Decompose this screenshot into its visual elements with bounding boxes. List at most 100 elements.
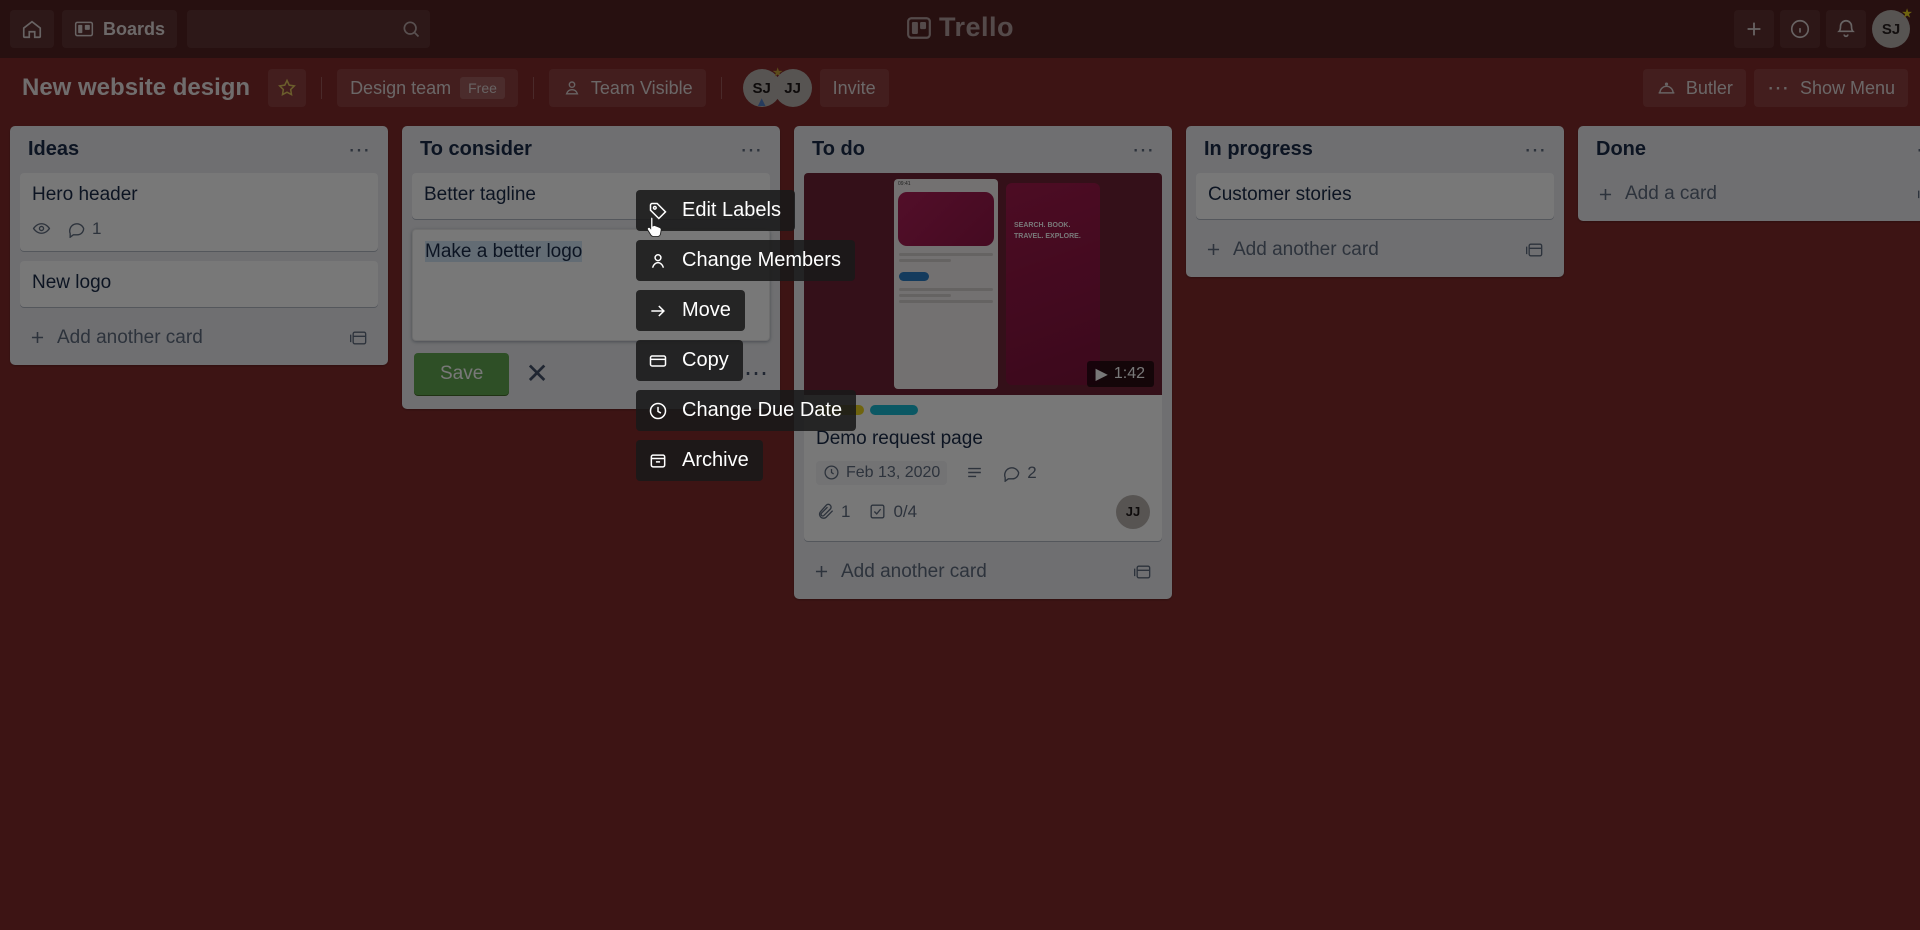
video-duration: 1:42 [1113,365,1145,382]
comment-badge: 2 [1002,463,1037,483]
plan-badge: Free [460,77,505,99]
cover-cta-pill [899,272,929,281]
plus-icon [1207,244,1220,256]
card-template-icon[interactable] [348,328,370,348]
close-composer-button[interactable]: ✕ [525,359,548,388]
menu-item-change-due-date[interactable]: Change Due Date [636,390,857,431]
label-teal[interactable] [870,405,918,415]
list-title: Done [1596,138,1646,160]
star-board-button[interactable] [268,69,307,107]
bell-icon [1837,20,1855,38]
trello-brand: Trello [906,12,1014,43]
header-divider [321,77,323,99]
list-title: To consider [420,138,532,160]
play-icon: ▶ [1095,366,1108,383]
search-box[interactable] [187,10,431,48]
comment-badge: 1 [67,219,101,239]
account-avatar[interactable]: ★ SJ [1872,8,1912,48]
team-name: Design team [350,77,452,98]
chevron-up-icon: ▲ [755,94,769,109]
boards-label: Boards [103,18,166,39]
card-hero-header[interactable]: Hero header 1 [20,173,378,251]
save-button[interactable]: Save [414,352,510,395]
eye-icon [32,223,51,235]
card-title: Hero header [32,184,138,205]
list-actions-button[interactable]: ⋯ [1916,138,1920,160]
board-lists-canvas: Ideas ⋯ Hero header 1 New logo Add anoth… [0,118,1920,930]
list-actions-button[interactable]: ⋯ [740,138,764,160]
show-menu-button[interactable]: ⋯ Show Menu [1753,69,1908,107]
add-another-card-ideas[interactable]: Add another card [20,317,378,357]
team-button[interactable]: Design team Free [337,69,518,107]
card-title: New logo [32,271,112,293]
cover-promo-text: SEARCH. BOOK. TRAVEL. EXPLORE. [1014,222,1081,240]
description-icon [968,468,982,478]
due-date-badge[interactable]: Feb 13, 2020 [816,460,948,485]
add-another-card-in-progress[interactable]: Add another card [1196,229,1554,269]
list-actions-button[interactable]: ⋯ [1132,138,1156,160]
plus-icon [1599,188,1612,200]
cover-text-lines [894,250,998,268]
comment-count: 1 [92,218,102,238]
list-title: Ideas [28,138,80,160]
boards-icon [74,21,94,37]
menu-item-copy[interactable]: Copy [636,340,743,381]
member-avatar[interactable]: JJ [773,69,812,107]
account-avatar-initials: SJ [1881,20,1901,38]
card-new-logo[interactable]: New logo [20,260,378,307]
add-card-label: Add a card [1625,183,1717,204]
card-customer-stories[interactable]: Customer stories [1196,173,1554,219]
butler-label: Butler [1685,77,1733,98]
list-done: Done ⋯ Add a card [1578,126,1920,221]
list-actions-button[interactable]: ⋯ [348,138,372,160]
paperclip-icon [818,503,834,520]
add-button[interactable] [1734,10,1774,48]
card-template-icon[interactable] [1524,240,1546,260]
cover-app-tile [898,192,994,246]
add-another-card-todo[interactable]: Add another card [804,551,1162,591]
board-header-bar: New website design Design team Free Team… [0,58,1920,118]
menu-item-archive[interactable]: Archive [636,440,763,481]
card-demo-request-page[interactable]: 09:41 SEARCH. BOOK. TRAVEL. EXPLORE. ▶ 1… [804,173,1162,541]
video-duration-badge: ▶ 1:42 [1086,361,1154,387]
visibility-button[interactable]: Team Visible [548,69,706,107]
boards-button[interactable]: Boards [62,10,178,48]
card-member-avatar[interactable]: JJ [1116,494,1150,529]
card-template-icon[interactable] [1916,184,1920,204]
menu-item-change-members[interactable]: Change Members [636,240,855,281]
top-nav-right-actions: ★ SJ [1734,8,1912,48]
add-card-label: Add another card [841,560,987,582]
home-button[interactable] [10,10,54,48]
invite-button[interactable]: Invite [819,69,889,107]
add-a-card-done[interactable]: Add a card [1588,173,1920,213]
trello-board-root: Boards Trello ★ SJ New website design De… [0,0,1920,930]
menu-item-move[interactable]: Move [636,290,745,331]
card-template-icon[interactable] [1132,562,1154,582]
card-title: Demo request page [816,428,983,449]
cover-statusbar: 09:41 [898,181,911,187]
info-button[interactable] [1780,10,1820,48]
card-composer-text: Make a better logo [425,240,583,262]
card-meta-row-2: 1 0/4 JJ [816,494,1150,529]
menu-item-label: Change Members [682,249,841,271]
attachment-badge: 1 [816,502,850,522]
card-badges: 1 [32,219,366,239]
list-actions-button[interactable]: ⋯ [1524,138,1548,160]
butler-button[interactable]: Butler [1642,69,1746,107]
list-title: To do [812,138,865,160]
add-card-label: Add another card [1233,238,1379,260]
mouse-cursor-pointer-icon [646,216,662,237]
clock-icon [649,402,667,419]
attachment-count: 1 [841,501,851,521]
list-title: In progress [1204,138,1313,160]
menu-item-label: Edit Labels [682,199,781,221]
trello-wordmark: Trello [938,12,1015,42]
checklist-badge: 0/4 [868,502,917,522]
list-header: To consider ⋯ [412,134,770,173]
card-meta-row: Feb 13, 2020 2 [816,460,1150,485]
plus-icon [1747,22,1761,36]
butler-dome-icon [1658,82,1675,94]
search-input[interactable] [187,10,431,48]
plus-icon [31,331,44,344]
notifications-button[interactable] [1826,10,1866,48]
